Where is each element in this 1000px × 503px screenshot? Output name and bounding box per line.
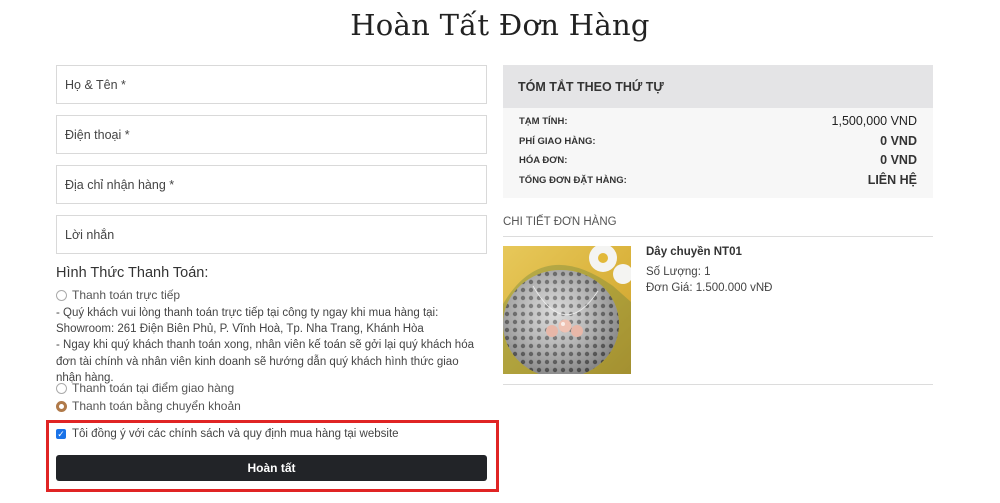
- subtotal-label: TẠM TÍNH:: [519, 116, 568, 127]
- address-input[interactable]: [65, 166, 486, 203]
- payment-method-title: Hình Thức Thanh Toán:: [56, 265, 209, 281]
- product-quantity: Số Lượng: 1: [646, 266, 711, 278]
- order-detail-title: CHI TIẾT ĐƠN HÀNG: [503, 216, 617, 228]
- payment-option-direct-label: Thanh toán trực tiếp: [72, 288, 181, 302]
- order-summary-header: TÓM TẮT THEO THỨ TỰ: [503, 65, 933, 108]
- summary-row-invoice: HÓA ĐƠN: 0 VND: [519, 153, 917, 167]
- direct-payment-note-3: - Ngay khi quý khách thanh toán xong, nh…: [56, 339, 474, 384]
- message-input[interactable]: [65, 216, 486, 253]
- page-title: Hoàn Tất Đơn Hàng: [350, 8, 650, 42]
- radio-transfer[interactable]: [56, 400, 67, 412]
- summary-row-shipping: PHÍ GIAO HÀNG: 0 VND: [519, 134, 917, 148]
- direct-payment-note-2: Showroom: 261 Điện Biên Phủ, P. Vĩnh Hoà…: [56, 323, 424, 335]
- radio-direct[interactable]: [56, 289, 67, 301]
- agree-terms-row[interactable]: ✓ Tôi đồng ý với các chính sách và quy đ…: [56, 428, 399, 440]
- product-image: [503, 246, 631, 374]
- message-field[interactable]: [56, 215, 487, 254]
- order-summary-title: TÓM TẮT THEO THỨ TỰ: [518, 79, 664, 94]
- agree-terms-label: Tôi đồng ý với các chính sách và quy địn…: [72, 428, 399, 440]
- payment-option-cod-label: Thanh toán tại điểm giao hàng: [72, 381, 235, 395]
- complete-order-button[interactable]: Hoàn tất: [56, 455, 487, 481]
- payment-option-direct[interactable]: Thanh toán trực tiếp: [56, 288, 180, 302]
- total-label: TỔNG ĐƠN ĐẶT HÀNG:: [519, 175, 627, 186]
- product-price: Đơn Giá: 1.500.000 vNĐ: [646, 282, 773, 294]
- radio-cod[interactable]: [56, 382, 67, 394]
- order-summary-body: TẠM TÍNH: 1,500,000 VND PHÍ GIAO HÀNG: 0…: [503, 108, 933, 198]
- phone-field[interactable]: [56, 115, 487, 154]
- total-value: LIÊN HỆ: [867, 173, 917, 187]
- phone-input[interactable]: [65, 116, 486, 153]
- summary-row-subtotal: TẠM TÍNH: 1,500,000 VND: [519, 114, 917, 128]
- payment-option-transfer[interactable]: Thanh toán bằng chuyển khoản: [56, 399, 241, 413]
- name-field[interactable]: [56, 65, 487, 104]
- agree-checkbox[interactable]: ✓: [56, 429, 66, 439]
- subtotal-value: 1,500,000 VND: [831, 114, 917, 128]
- detail-divider-top: [503, 236, 933, 237]
- detail-divider-bottom: [503, 384, 933, 385]
- payment-option-cod[interactable]: Thanh toán tại điểm giao hàng: [56, 381, 234, 395]
- product-photo-illustration: [503, 246, 631, 374]
- address-field[interactable]: [56, 165, 487, 204]
- summary-row-total: TỔNG ĐƠN ĐẶT HÀNG: LIÊN HỆ: [519, 173, 917, 187]
- invoice-label: HÓA ĐƠN:: [519, 155, 568, 166]
- name-input[interactable]: [65, 66, 486, 103]
- shipping-value: 0 VND: [880, 134, 917, 148]
- shipping-label: PHÍ GIAO HÀNG:: [519, 136, 596, 147]
- payment-option-transfer-label: Thanh toán bằng chuyển khoản: [72, 399, 241, 413]
- invoice-value: 0 VND: [880, 153, 917, 167]
- product-name: Dây chuyền NT01: [646, 246, 742, 258]
- direct-payment-note-1: - Quý khách vui lòng thanh toán trực tiế…: [56, 307, 439, 319]
